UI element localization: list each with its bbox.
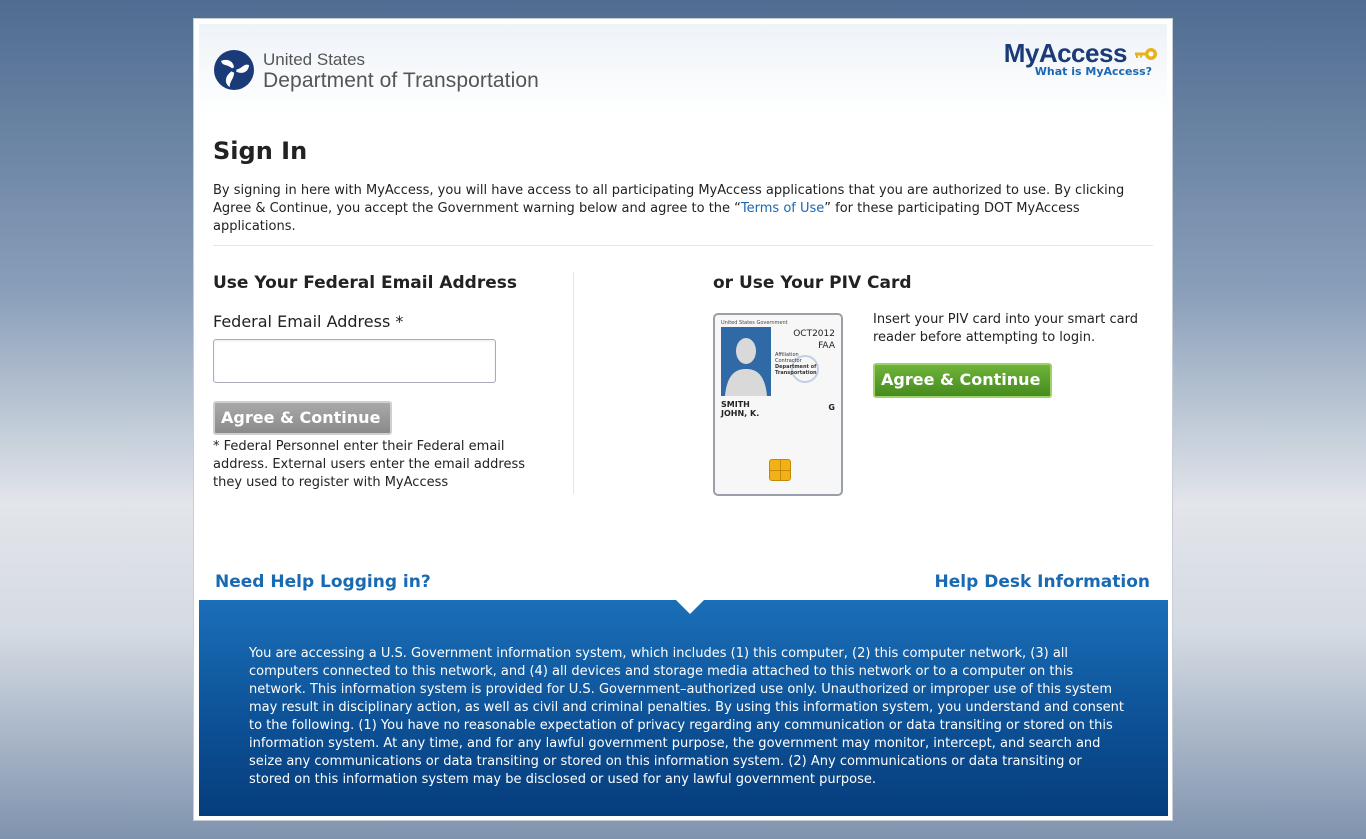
smart-chip-icon [769,459,791,481]
email-agree-continue-button[interactable]: Agree & Continue [213,401,392,435]
intro-text: By signing in here with MyAccess, you wi… [213,182,1158,236]
piv-agree-continue-button[interactable]: Agree & Continue ❯ [873,363,1052,419]
piv-button-label: Agree & Continue [881,370,1041,389]
email-note: * Federal Personnel enter their Federal … [213,439,525,490]
page-title: Sign In [213,137,308,165]
need-help-link[interactable]: Need Help Logging in? [215,572,431,592]
card-name-line2: JOHN, K. [721,409,760,418]
org-line2: Department of Transportation [263,69,539,92]
email-field-label: Federal Email Address * [213,312,404,331]
piv-card-image: United States Government OCT2012 FAA Aff… [713,313,843,496]
card-agency: FAA [818,341,835,351]
government-warning-panel: You are accessing a U.S. Government info… [199,600,1168,816]
org-line1: United States [263,50,366,69]
card-date-block: OCT2012 FAA [793,328,835,352]
person-silhouette-icon [721,327,771,396]
card-badge: G [828,403,835,412]
piv-instructions: Insert your PIV card into your smart car… [873,312,1138,345]
email-section-heading: Use Your Federal Email Address [213,273,517,293]
chevron-right-icon: ❯ [887,403,899,419]
divider [213,245,1153,246]
email-field[interactable] [213,339,496,383]
dot-logo-icon [214,50,254,90]
column-divider [573,272,574,494]
piv-section-heading: or Use Your PIV Card [713,273,912,293]
key-icon [1135,47,1157,60]
panel-notch [676,600,704,614]
card-name-line1: SMITH [721,400,750,409]
card-affiliation-block: Affiliation Contractor Department of Tra… [775,352,825,376]
myaccess-logo: MyAccess What is MyAccess? [1004,38,1158,78]
card-date: OCT2012 [793,329,835,339]
terms-of-use-link[interactable]: Terms of Use [741,201,824,216]
header: United States Department of Transportati… [199,24,1167,114]
card-name: SMITH JOHN, K. [721,400,759,418]
page-frame: United States Department of Transportati… [193,18,1173,821]
help-desk-link[interactable]: Help Desk Information [935,572,1150,592]
card-gov-text: United States Government [721,320,788,326]
government-warning-text: You are accessing a U.S. Government info… [249,646,1125,787]
card-dept-line2: Transportation [775,370,817,376]
